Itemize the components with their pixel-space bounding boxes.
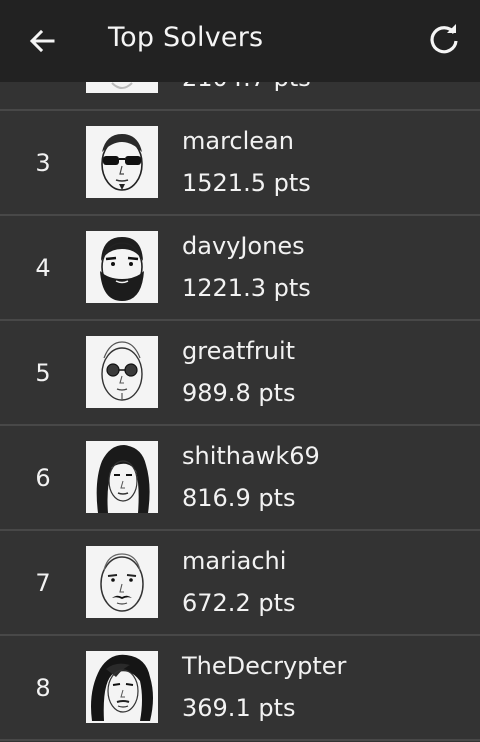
avatar — [86, 231, 158, 303]
avatar — [86, 336, 158, 408]
list-item[interactable]: 2 2104.7 pts — [0, 82, 480, 111]
list-item[interactable]: 4 davyJones 1221.3 pts — [0, 216, 480, 321]
rank-number: 7 — [35, 568, 51, 597]
solver-points: 2104.7 pts — [182, 82, 311, 92]
solver-name: shithawk69 — [182, 442, 320, 470]
avatar — [86, 546, 158, 618]
rank-number: 8 — [35, 673, 51, 702]
solver-name: davyJones — [182, 232, 305, 260]
rank-number: 3 — [35, 148, 51, 177]
solver-points: 816.9 pts — [182, 484, 296, 512]
arrow-left-icon — [29, 29, 55, 53]
list-item[interactable]: 8 TheDecrypter 369.1 pts — [0, 636, 480, 741]
back-button[interactable] — [22, 24, 62, 58]
solver-name: TheDecrypter — [182, 652, 347, 680]
list-item[interactable]: 3 marclean 1521.5 pts — [0, 111, 480, 216]
avatar — [86, 126, 158, 198]
list-item[interactable]: 7 mariachi 672.2 pts — [0, 531, 480, 636]
avatar — [86, 82, 158, 93]
avatar — [86, 651, 158, 723]
solver-name: greatfruit — [182, 337, 296, 365]
solver-name: marclean — [182, 127, 294, 155]
rank-number: 2 — [0, 82, 86, 109]
rank-number: 4 — [35, 253, 51, 282]
solver-name: mariachi — [182, 547, 287, 575]
refresh-button[interactable] — [424, 20, 464, 60]
solver-points: 672.2 pts — [182, 589, 296, 617]
page-title: Top Solvers — [108, 22, 264, 53]
solver-points: 1221.3 pts — [182, 274, 311, 302]
solver-points: 989.8 pts — [182, 379, 296, 407]
refresh-icon — [430, 24, 458, 54]
solvers-list[interactable]: 2 2104.7 pts 3 — [0, 82, 480, 742]
rank-number: 6 — [35, 463, 51, 492]
solver-points: 369.1 pts — [182, 694, 296, 722]
list-item[interactable]: 6 shithawk69 816.9 pts — [0, 426, 480, 531]
rank-number: 5 — [35, 358, 51, 387]
solver-points: 1521.5 pts — [182, 169, 311, 197]
avatar — [86, 441, 158, 513]
app-bar: Top Solvers — [0, 0, 480, 82]
list-item[interactable]: 5 greatfruit 989.8 pts — [0, 321, 480, 426]
